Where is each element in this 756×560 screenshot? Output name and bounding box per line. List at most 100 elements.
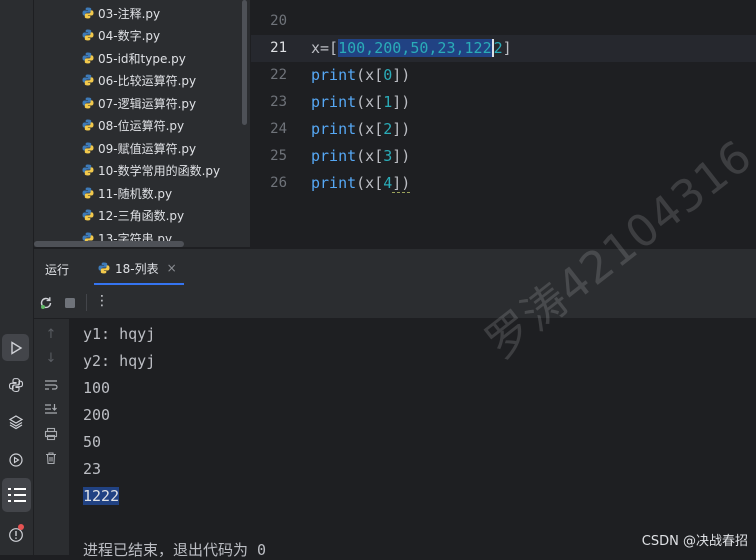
python-icon	[8, 377, 23, 392]
code-text: (x[	[356, 174, 384, 192]
file-name: 08-位运算符.py	[98, 118, 185, 133]
file-name: 03-注释.py	[98, 6, 161, 21]
print-fn: print	[311, 120, 357, 138]
console-side-toolbar: ↑ ↓	[34, 319, 69, 555]
index-number: 4	[383, 174, 393, 192]
file-name: 06-比较运算符.py	[98, 73, 197, 88]
layers-icon	[8, 414, 23, 429]
code-text: ])	[392, 147, 411, 165]
arrow-up-icon[interactable]: ↑	[43, 327, 59, 342]
active-tab-indicator	[94, 283, 184, 285]
services-button[interactable]	[2, 446, 29, 473]
toolbar-divider	[86, 294, 87, 311]
index-number: 3	[383, 147, 393, 165]
tree-file-item[interactable]: 11-随机数.py	[82, 182, 172, 204]
tree-file-item[interactable]: 04-数字.py	[82, 24, 160, 46]
python-file-icon	[82, 29, 94, 41]
tree-file-item[interactable]: 09-赋值运算符.py	[82, 137, 196, 159]
line-number: 23	[270, 94, 287, 110]
print-fn: print	[311, 147, 357, 165]
code-text: x=[	[311, 39, 339, 57]
code-text: ])	[392, 93, 411, 111]
console-line: y1: hqyj	[83, 325, 156, 343]
console-line: 50	[83, 433, 102, 451]
print-icon[interactable]	[44, 427, 58, 441]
python-file-icon	[82, 164, 94, 176]
tree-file-item[interactable]: 10-数学常用的函数.py	[82, 159, 220, 181]
console-line-selected: 1222	[83, 487, 120, 505]
soft-wrap-icon[interactable]	[44, 379, 58, 391]
text-cursor: 2	[491, 39, 503, 57]
code-text: (x[	[356, 93, 384, 111]
play-icon	[10, 340, 22, 355]
tree-file-item[interactable]: 08-位运算符.py	[82, 114, 184, 136]
code-line-26[interactable]: print(x[4])	[311, 174, 411, 193]
console-line: y2: hqyj	[83, 352, 156, 370]
rerun-icon[interactable]	[39, 296, 53, 310]
print-fn: print	[311, 93, 357, 111]
tree-file-item[interactable]: 12-三角函数.py	[82, 204, 184, 226]
code-text: ])	[392, 174, 411, 193]
services-icon	[8, 452, 23, 467]
code-line-21[interactable]: x=[100,200,50,23,122 2]	[311, 39, 512, 57]
structure-button[interactable]	[2, 478, 31, 512]
line-number: 24	[270, 121, 287, 137]
run-tab[interactable]: 18-列表 ×	[94, 253, 181, 283]
python-file-icon	[82, 74, 94, 86]
line-number: 22	[270, 67, 287, 83]
console-line: 23	[83, 460, 102, 478]
file-name: 10-数学常用的函数.py	[98, 163, 221, 178]
close-tab-icon[interactable]: ×	[167, 261, 177, 275]
scroll-to-end-icon[interactable]	[44, 403, 58, 415]
line-number: 21	[270, 40, 287, 56]
python-console-button[interactable]	[2, 371, 29, 398]
python-file-icon	[82, 52, 94, 64]
problems-button[interactable]	[2, 521, 29, 548]
arrow-down-icon[interactable]: ↓	[43, 351, 59, 366]
console-line: 100	[83, 379, 111, 397]
code-text: ])	[392, 66, 411, 84]
layers-button[interactable]	[2, 408, 29, 435]
code-line-25[interactable]: print(x[3])	[311, 147, 410, 165]
tree-file-item[interactable]: 03-注释.py	[82, 2, 160, 24]
print-fn: print	[311, 66, 357, 84]
file-name: 09-赋值运算符.py	[98, 141, 197, 156]
trash-icon[interactable]	[44, 451, 58, 465]
code-text: (x[	[356, 120, 384, 138]
file-name: 04-数字.py	[98, 28, 161, 43]
notification-dot	[18, 524, 24, 530]
file-name: 12-三角函数.py	[98, 208, 185, 223]
run-tool-window-button[interactable]	[2, 334, 29, 361]
code-line-22[interactable]: print(x[0])	[311, 66, 410, 84]
console-output[interactable]: y1: hqyj y2: hqyj 100 200 50 23 1222 进程已…	[69, 319, 756, 559]
project-tree: 03-注释.py 04-数字.py 05-id和type.py 06-比较运算符…	[34, 0, 250, 247]
code-text: (x[	[356, 147, 384, 165]
more-options-icon[interactable]: ⋮	[95, 293, 109, 309]
file-name: 11-随机数.py	[98, 186, 173, 201]
python-file-icon	[82, 7, 94, 19]
python-file-icon	[82, 187, 94, 199]
index-number: 2	[383, 120, 393, 138]
selected-list-values: 100,200,50,23,122	[338, 39, 492, 57]
print-fn: print	[311, 174, 357, 192]
tree-file-item[interactable]: 05-id和type.py	[82, 47, 186, 69]
tree-horizontal-scrollbar[interactable]	[34, 241, 184, 247]
code-line-24[interactable]: print(x[2])	[311, 120, 410, 138]
process-exit-message: 进程已结束，退出代码为 0	[83, 541, 267, 559]
tree-vertical-scrollbar[interactable]	[242, 0, 247, 125]
tree-file-item[interactable]: 06-比较运算符.py	[82, 69, 196, 91]
tree-file-item[interactable]: 07-逻辑运算符.py	[82, 92, 196, 114]
code-line-23[interactable]: print(x[1])	[311, 93, 410, 111]
source-credit: CSDN @决战春招	[641, 534, 748, 549]
python-file-icon	[82, 142, 94, 154]
run-tab-label: 18-列表	[115, 261, 159, 276]
index-number: 1	[383, 93, 393, 111]
python-file-icon	[82, 119, 94, 131]
python-file-icon	[82, 209, 94, 221]
file-name: 05-id和type.py	[98, 51, 186, 66]
code-text: (x[	[356, 66, 384, 84]
stop-icon[interactable]	[64, 297, 76, 309]
line-number: 20	[270, 13, 287, 29]
tool-strip	[0, 0, 34, 555]
code-text: ]	[502, 39, 512, 57]
